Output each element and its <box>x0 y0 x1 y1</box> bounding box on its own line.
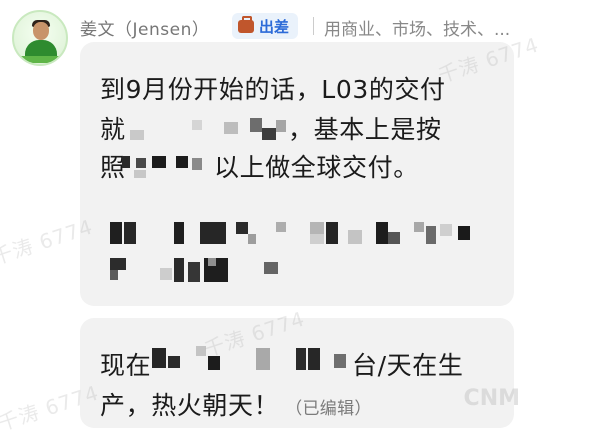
redacted-text-mosaic <box>110 256 310 286</box>
redacted-text-mosaic <box>128 118 288 142</box>
status-label: 出差 <box>259 17 290 36</box>
header-divider <box>313 17 314 35</box>
message-text: 产，热火朝天！ <box>100 391 280 420</box>
redacted-text-mosaic <box>110 218 490 248</box>
message-bubble[interactable]: 现在 台/天在生 产，热火朝天！ （已编辑） <box>80 318 514 428</box>
edited-label: （已编辑） <box>285 399 372 419</box>
message-line: 以上做全球交付。 <box>214 153 419 182</box>
redacted-text-mosaic <box>122 154 214 180</box>
status-badge: 出差 <box>232 13 299 39</box>
sender-name[interactable]: 姜文（Jensen） <box>80 15 209 40</box>
sender-tags: 用商业、市场、技术、... <box>324 20 511 40</box>
message-line: 到9月份开始的话，L03的交付 <box>100 75 446 104</box>
avatar[interactable] <box>12 10 68 66</box>
redacted-text-mosaic <box>152 344 352 376</box>
avatar-ribbon <box>18 56 64 63</box>
message-line: 现在 <box>100 351 152 380</box>
watermark: 千涛 6774 <box>0 380 102 436</box>
scroll-edge <box>590 0 600 433</box>
avatar-face <box>33 22 49 40</box>
suitcase-icon <box>238 15 254 33</box>
message-line: ，基本上是按 <box>288 115 442 144</box>
message-line: 产，热火朝天！ （已编辑） <box>100 386 372 422</box>
watermark: CNM <box>463 386 520 411</box>
message-line: 就 <box>100 115 126 144</box>
message-line: 台/天在生 <box>352 351 464 380</box>
